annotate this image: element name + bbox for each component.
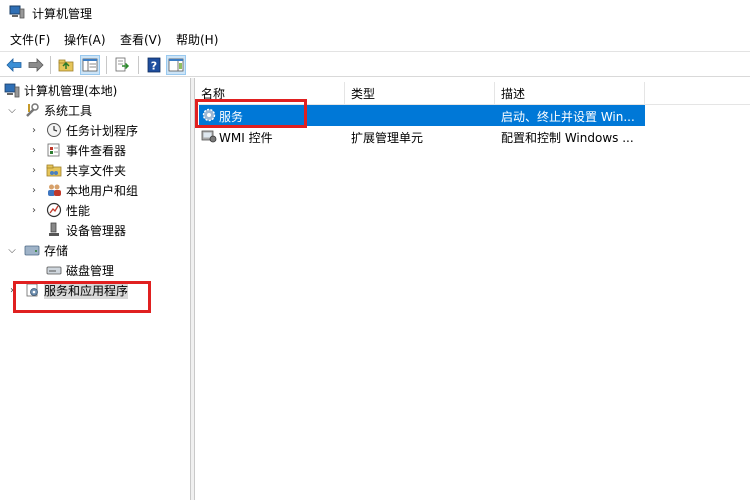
chevron-right-icon[interactable]: ›	[28, 144, 40, 156]
list-row-wmi[interactable]: WMI 控件 扩展管理单元 配置和控制 Windows ...	[199, 126, 645, 147]
tree-item-label: 任务计划程序	[66, 123, 139, 138]
tree-item-performance[interactable]: › 性能	[28, 200, 90, 220]
tree-item-event-viewer[interactable]: › 事件查看器	[28, 140, 126, 160]
toolbar-separator	[50, 56, 51, 74]
help-icon[interactable]: ?	[144, 55, 164, 75]
device-manager-icon	[49, 222, 59, 236]
tree-item-label: 性能	[66, 203, 91, 218]
shared-folder-icon	[46, 164, 62, 177]
tree-item-services-apps[interactable]: › 服务和应用程序	[6, 280, 129, 300]
tree-item-label: 设备管理器	[66, 223, 127, 238]
tree-item-task-scheduler[interactable]: › 任务计划程序	[28, 120, 138, 140]
window-title: 计算机管理	[32, 7, 93, 21]
export-list-icon[interactable]	[112, 55, 132, 75]
computer-management-icon	[4, 83, 20, 98]
column-header-name[interactable]: 名称	[195, 82, 345, 104]
disk-icon	[46, 266, 62, 275]
svg-text:?: ?	[151, 60, 157, 73]
forward-icon[interactable]	[26, 55, 46, 75]
tree-item-root[interactable]: 计算机管理(本地)	[4, 80, 117, 100]
properties-pane-icon[interactable]	[166, 55, 186, 75]
tree-item-label: 磁盘管理	[66, 263, 115, 278]
event-log-icon	[47, 143, 60, 157]
tree-item-label: 共享文件夹	[66, 163, 127, 178]
toolbar-separator	[106, 56, 107, 74]
menu-bar: 文件(F) 操作(A) 查看(V) 帮助(H)	[0, 28, 750, 50]
chevron-right-icon[interactable]: ›	[28, 204, 40, 216]
chevron-down-icon[interactable]: ⌵	[6, 104, 18, 116]
services-apps-icon	[26, 283, 38, 297]
clock-icon	[47, 123, 61, 137]
details-pane: 名称 类型 描述 服务 启动、终止并设置 Win... WMI 控件 扩展管理单…	[195, 78, 750, 500]
wmi-control-icon	[201, 130, 217, 143]
list-cell-name: WMI 控件	[219, 131, 273, 145]
tree-item-device-manager[interactable]: 设备管理器	[46, 220, 126, 240]
tree-item-label: 事件查看器	[66, 143, 127, 158]
performance-icon	[46, 202, 62, 218]
gear-icon	[202, 108, 216, 122]
column-header-type[interactable]: 类型	[345, 82, 495, 104]
tree-item-shared-folders[interactable]: › 共享文件夹	[28, 160, 126, 180]
tree-item-storage[interactable]: ⌵ 存储	[6, 240, 68, 260]
menu-view[interactable]: 查看(V)	[120, 28, 162, 50]
list-cell-name: 服务	[219, 110, 244, 124]
tree-item-local-users[interactable]: › 本地用户和组	[28, 180, 138, 200]
list-row-services[interactable]: 服务 启动、终止并设置 Win...	[199, 105, 645, 126]
tree-item-label: 服务和应用程序	[44, 281, 129, 299]
console-tree: 计算机管理(本地) ⌵ 系统工具 › 任务计划程序 › 事件查看器 › 共享文件…	[0, 78, 191, 500]
chevron-right-icon[interactable]: ›	[6, 284, 18, 296]
title-bar: 计算机管理	[0, 0, 750, 26]
menu-help[interactable]: 帮助(H)	[176, 28, 218, 50]
list-cell-description: 配置和控制 Windows ...	[501, 131, 634, 145]
up-folder-icon[interactable]	[56, 55, 76, 75]
tree-item-disk-management[interactable]: 磁盘管理	[46, 260, 114, 280]
chevron-right-icon[interactable]: ›	[28, 184, 40, 196]
chevron-down-icon[interactable]: ⌵	[6, 244, 18, 256]
toolbar-separator	[138, 56, 139, 74]
storage-icon	[24, 245, 40, 256]
chevron-right-icon[interactable]: ›	[28, 164, 40, 176]
tree-item-label: 计算机管理(本地)	[24, 83, 118, 98]
tree-item-label: 存储	[44, 243, 69, 258]
tree-item-label: 系统工具	[44, 103, 93, 118]
toolbar: ?	[0, 51, 750, 77]
tree-item-system-tools[interactable]: ⌵ 系统工具	[6, 100, 92, 120]
column-header-description[interactable]: 描述	[495, 82, 645, 104]
menu-file[interactable]: 文件(F)	[10, 28, 50, 50]
menu-action[interactable]: 操作(A)	[64, 28, 106, 50]
tools-icon	[26, 103, 39, 117]
tree-item-label: 本地用户和组	[66, 183, 139, 198]
chevron-right-icon[interactable]: ›	[28, 124, 40, 136]
back-icon[interactable]	[4, 55, 24, 75]
list-cell-description: 启动、终止并设置 Win...	[501, 110, 635, 124]
users-icon	[48, 184, 61, 196]
list-cell-type: 扩展管理单元	[351, 131, 424, 145]
show-hide-tree-icon[interactable]	[80, 55, 100, 75]
computer-management-icon	[9, 5, 25, 19]
